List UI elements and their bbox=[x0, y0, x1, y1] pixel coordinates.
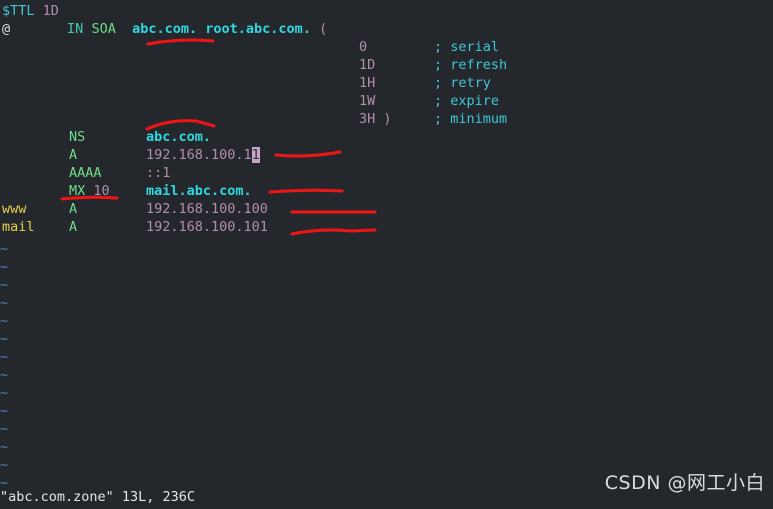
empty-line-marker: ~ bbox=[0, 313, 9, 329]
soa-minimum-comment: minimum bbox=[450, 111, 508, 127]
soa-rname: root.abc.com. bbox=[205, 21, 311, 37]
record-type: A bbox=[69, 201, 78, 217]
empty-line-marker: ~ bbox=[0, 439, 9, 455]
soa-refresh-comment: refresh bbox=[450, 57, 508, 73]
soa-expire-comment: expire bbox=[450, 93, 500, 109]
record-data: mail.abc.com. bbox=[146, 183, 252, 199]
terminal-window: $TTL 1D @ IN SOA abc.com. root.abc.com. … bbox=[0, 0, 773, 509]
record-mx-type: MX 10 bbox=[69, 182, 110, 200]
watermark-text: CSDN @网工小白 bbox=[604, 472, 765, 494]
record-a-type: A bbox=[69, 146, 77, 164]
status-text: "abc.com.zone" 13L, 236C bbox=[0, 489, 196, 505]
record-mx-preference: 10 bbox=[93, 183, 110, 199]
semicolon: ; bbox=[434, 111, 443, 127]
soa-expire-value: 1W bbox=[359, 93, 376, 109]
soa-field-retry: 1H bbox=[359, 74, 375, 92]
empty-line-marker: ~ bbox=[0, 259, 9, 275]
record-mx-data: mail.abc.com. bbox=[146, 182, 252, 200]
empty-line-marker: ~ bbox=[0, 403, 9, 419]
record-owner: www bbox=[2, 201, 27, 217]
empty-line-marker: ~ bbox=[0, 331, 9, 347]
record-ns-type: NS bbox=[69, 128, 85, 146]
record-data: 192.168.100.101 bbox=[146, 219, 268, 235]
soa-minimum-value: 3H bbox=[359, 111, 376, 127]
record-owner: mail bbox=[2, 219, 35, 235]
empty-line-marker: ~ bbox=[0, 349, 9, 365]
empty-line-marker: ~ bbox=[0, 277, 9, 293]
empty-line-marker: ~ bbox=[0, 241, 9, 257]
record-type: MX bbox=[69, 183, 86, 199]
record-data: abc.com. bbox=[146, 129, 212, 145]
soa-comment-minimum: ; minimum bbox=[434, 110, 507, 128]
soa-type: SOA bbox=[91, 21, 116, 37]
soa-field-minimum: 3H ) bbox=[359, 110, 392, 128]
semicolon: ; bbox=[434, 93, 443, 109]
vim-cursor[interactable]: 1 bbox=[251, 147, 260, 163]
soa-open-paren: ( bbox=[319, 21, 328, 37]
soa-class: IN bbox=[67, 21, 84, 37]
soa-owner: @ bbox=[2, 21, 11, 37]
soa-comment-expire: ; expire bbox=[434, 92, 499, 110]
record-www-owner: www bbox=[2, 200, 26, 218]
record-aaaa-type: AAAA bbox=[69, 164, 102, 182]
record-mail-type: A bbox=[69, 218, 77, 236]
soa-close-paren: ) bbox=[383, 111, 392, 127]
empty-line-markers: ~ ~ ~ ~ ~ ~ ~ ~ ~ ~ ~ ~ ~ ~ bbox=[0, 240, 8, 492]
soa-serial-value: 0 bbox=[359, 39, 368, 55]
empty-line-marker: ~ bbox=[0, 385, 9, 401]
ttl-directive: $TTL bbox=[2, 3, 35, 19]
soa-comment-serial: ; serial bbox=[434, 38, 499, 56]
semicolon: ; bbox=[434, 75, 443, 91]
soa-primary-ns: abc.com. bbox=[132, 21, 198, 37]
record-www-data: 192.168.100.100 bbox=[146, 200, 268, 218]
record-type: A bbox=[69, 147, 78, 163]
semicolon: ; bbox=[434, 57, 443, 73]
soa-field-refresh: 1D bbox=[359, 56, 375, 74]
empty-line-marker: ~ bbox=[0, 421, 9, 437]
empty-line-marker: ~ bbox=[0, 457, 9, 473]
empty-line-marker: ~ bbox=[0, 367, 9, 383]
ttl-value: 1D bbox=[42, 3, 59, 19]
record-aaaa-data: ::1 bbox=[146, 164, 170, 182]
vim-editor-buffer[interactable]: $TTL 1D @ IN SOA abc.com. root.abc.com. … bbox=[0, 0, 773, 491]
soa-retry-value: 1H bbox=[359, 75, 376, 91]
record-data: 192.168.100.100 bbox=[146, 201, 268, 217]
watermark: CSDN @网工小白 bbox=[604, 472, 765, 494]
zone-line-soa: @ IN SOA abc.com. root.abc.com. ( bbox=[2, 20, 327, 38]
soa-field-serial: 0 bbox=[359, 38, 367, 56]
semicolon: ; bbox=[434, 39, 443, 55]
record-www-type: A bbox=[69, 200, 77, 218]
record-type: A bbox=[69, 219, 78, 235]
soa-comment-refresh: ; refresh bbox=[434, 56, 507, 74]
record-ns-data: abc.com. bbox=[146, 128, 211, 146]
record-type: NS bbox=[69, 129, 86, 145]
record-data: ::1 bbox=[146, 165, 171, 181]
zone-line-ttl: $TTL 1D bbox=[2, 2, 59, 20]
soa-field-expire: 1W bbox=[359, 92, 375, 110]
record-mail-owner: mail bbox=[2, 218, 35, 236]
soa-refresh-value: 1D bbox=[359, 57, 376, 73]
soa-comment-retry: ; retry bbox=[434, 74, 491, 92]
soa-serial-comment: serial bbox=[450, 39, 500, 55]
record-mail-data: 192.168.100.101 bbox=[146, 218, 268, 236]
record-type: AAAA bbox=[69, 165, 102, 181]
empty-line-marker: ~ bbox=[0, 295, 9, 311]
record-a-data: 192.168.100.11 bbox=[146, 146, 260, 164]
soa-retry-comment: retry bbox=[450, 75, 491, 91]
record-data-prefix: 192.168.100.1 bbox=[146, 147, 252, 163]
